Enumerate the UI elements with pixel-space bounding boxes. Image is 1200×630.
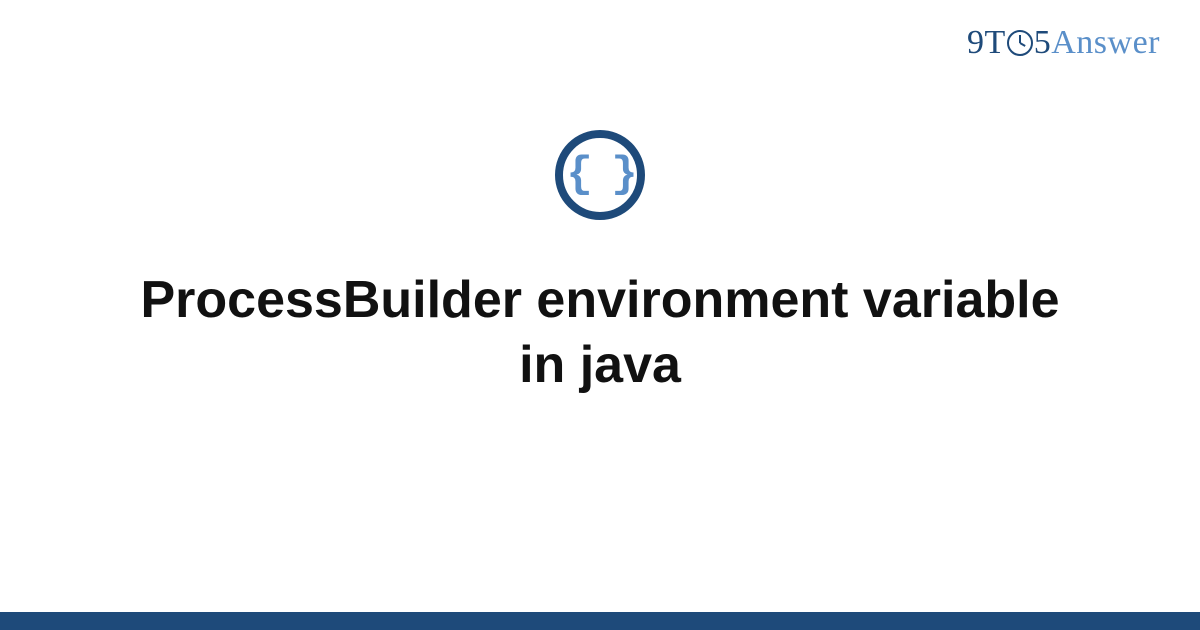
- footer-bar: [0, 612, 1200, 630]
- logo-text-5: 5: [1034, 24, 1052, 61]
- braces-icon: { }: [566, 153, 633, 197]
- main-content: { } ProcessBuilder environment variable …: [0, 130, 1200, 398]
- clock-icon: [1006, 24, 1034, 62]
- logo-text-answer: Answer: [1051, 24, 1160, 61]
- logo-text-9t: 9T: [967, 24, 1006, 61]
- site-logo: 9T 5Answer: [967, 24, 1160, 62]
- page-title: ProcessBuilder environment variable in j…: [100, 268, 1100, 398]
- topic-icon-circle: { }: [555, 130, 645, 220]
